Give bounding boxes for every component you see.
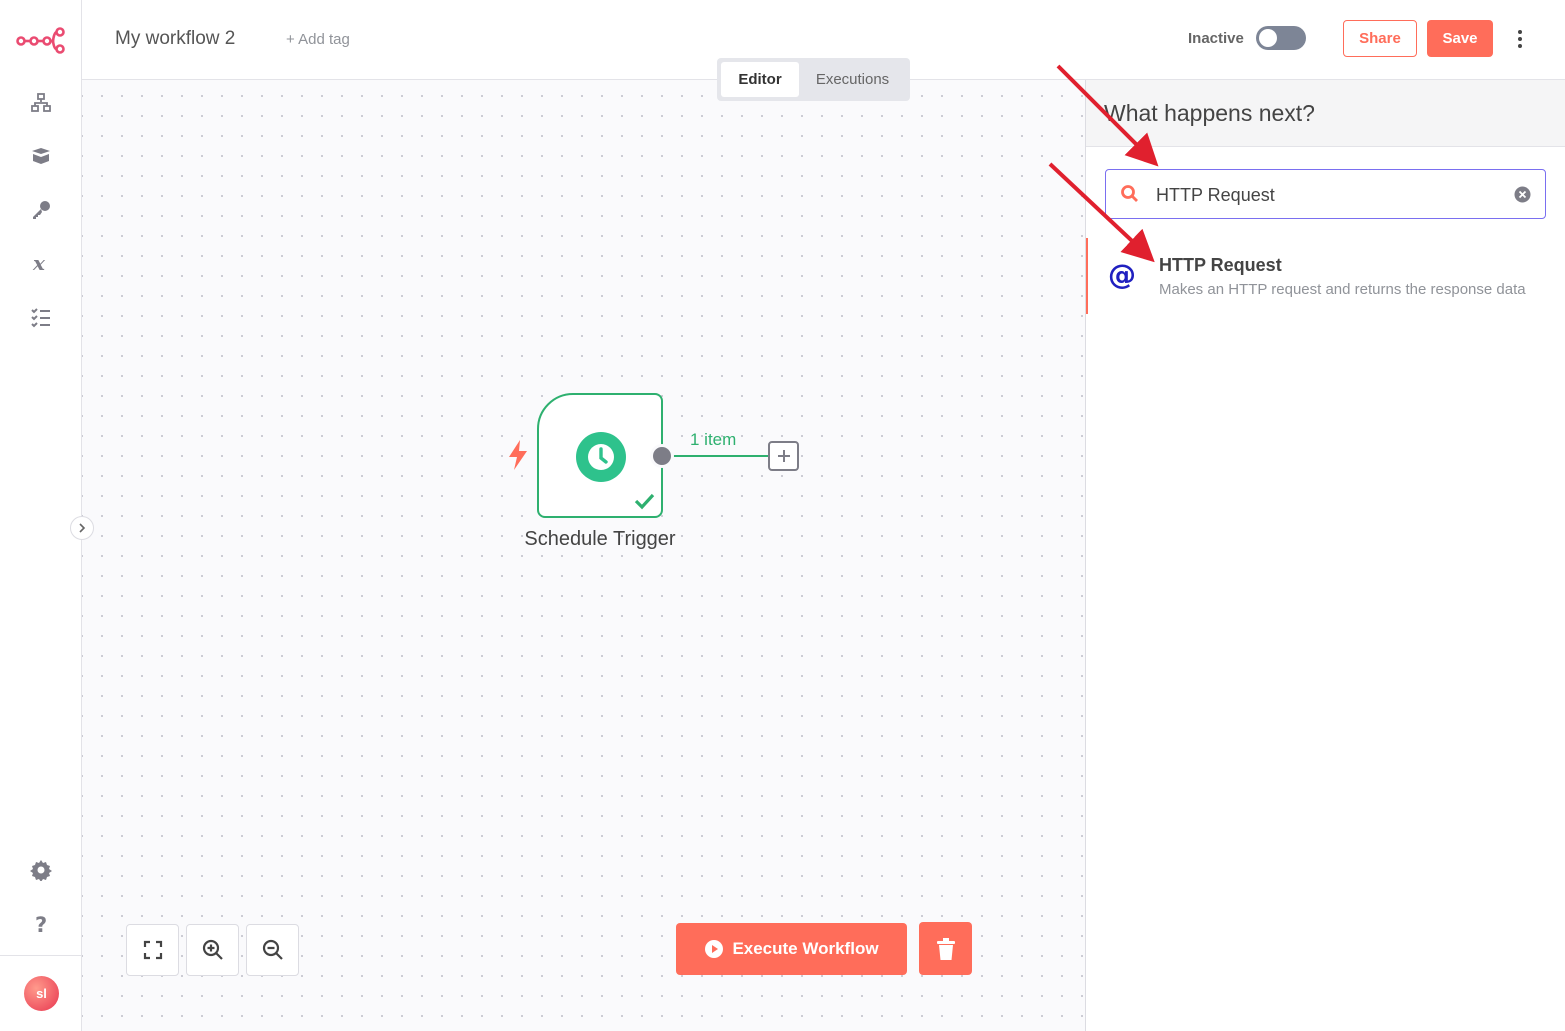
executions-list-icon[interactable] (28, 304, 54, 330)
workflow-canvas[interactable]: Editor Executions Schedule Trigger 1 ite… (82, 58, 1085, 1031)
variables-icon[interactable]: x (28, 250, 54, 276)
svg-text:?: ? (35, 913, 47, 935)
clock-icon (576, 432, 626, 482)
delete-button[interactable] (919, 922, 972, 975)
panel-header: What happens next? (1086, 80, 1565, 147)
result-title: HTTP Request (1159, 255, 1282, 275)
chevron-right-icon (79, 523, 86, 533)
connection-item-count: 1 item (690, 430, 737, 449)
toggle-knob (1259, 29, 1277, 47)
workflows-icon[interactable] (28, 90, 54, 116)
execute-workflow-button[interactable]: Execute Workflow (676, 923, 907, 975)
node-creator-panel: What happens next? @ HTTP Request Makes … (1085, 80, 1565, 1031)
zoom-to-fit-button[interactable] (126, 924, 179, 976)
node-search-input[interactable] (1156, 180, 1506, 210)
connection-line (672, 455, 768, 457)
success-check-icon (634, 493, 655, 510)
node-label: Schedule Trigger (524, 528, 676, 550)
sidebar: x ? sl (0, 0, 82, 1031)
add-tag-link[interactable]: + Add tag (286, 31, 350, 48)
help-question-icon[interactable]: ? (28, 911, 54, 937)
user-avatar[interactable]: sl (24, 976, 59, 1011)
node-search-box[interactable] (1105, 169, 1546, 219)
clear-search-icon[interactable] (1514, 186, 1531, 203)
play-icon (705, 940, 724, 958)
schedule-trigger-node[interactable] (537, 393, 663, 518)
zoom-out-icon (262, 939, 283, 960)
view-tabs: Editor Executions (717, 58, 910, 101)
share-button[interactable]: Share (1343, 20, 1417, 57)
fit-view-icon (143, 940, 162, 960)
settings-gear-icon[interactable] (28, 857, 54, 883)
credentials-key-icon[interactable] (28, 197, 54, 223)
sidebar-collapse-button[interactable] (70, 516, 94, 540)
workflow-name[interactable]: My workflow 2 (115, 28, 235, 50)
add-node-button[interactable] (768, 441, 799, 471)
svg-text:x: x (32, 252, 46, 274)
search-icon (1121, 185, 1138, 202)
node-output-handle[interactable] (650, 444, 674, 468)
plus-icon (777, 450, 790, 462)
active-status-label: Inactive (1188, 30, 1244, 47)
active-toggle[interactable] (1256, 26, 1306, 50)
zoom-out-button[interactable] (246, 924, 299, 976)
result-description: Makes an HTTP request and returns the re… (1159, 281, 1526, 298)
save-button[interactable]: Save (1427, 20, 1493, 57)
panel-title: What happens next? (1104, 100, 1315, 126)
n8n-logo[interactable] (16, 26, 66, 54)
tab-editor[interactable]: Editor (721, 62, 799, 97)
http-at-icon: @ (1108, 258, 1136, 291)
search-result-http-request[interactable]: @ HTTP Request Makes an HTTP request and… (1086, 238, 1565, 314)
templates-icon[interactable] (28, 143, 54, 169)
trash-icon (936, 937, 955, 960)
more-options-icon[interactable] (1512, 26, 1528, 52)
zoom-in-icon (202, 939, 223, 960)
zoom-in-button[interactable] (186, 924, 239, 976)
execute-workflow-label: Execute Workflow (732, 939, 879, 958)
trigger-bolt-icon (509, 440, 527, 470)
sidebar-divider (0, 955, 82, 956)
tab-executions[interactable]: Executions (799, 62, 906, 97)
